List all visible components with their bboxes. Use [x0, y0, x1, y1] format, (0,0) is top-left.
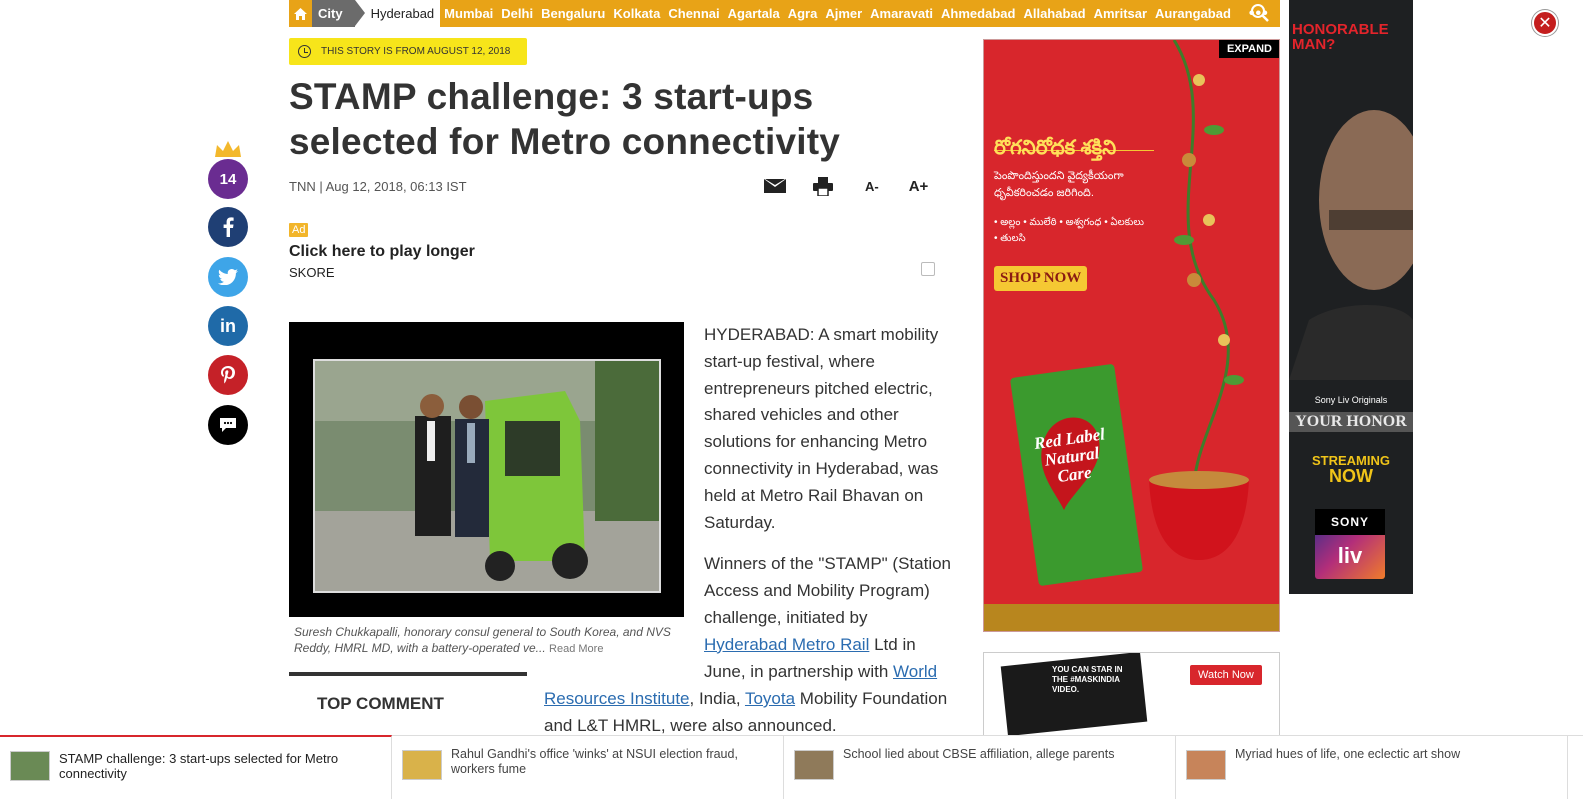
clock-icon [298, 45, 311, 58]
nav-current-city[interactable]: Hyderabad [354, 0, 441, 27]
ad-film-text: YOU CAN STAR IN THE #MASKINDIA VIDEO. [1052, 665, 1123, 694]
related-story-title[interactable]: School lied about CBSE affiliation, alle… [843, 747, 1163, 762]
sponsored-source: SKORE [289, 265, 335, 280]
p2-text-c: , India, [689, 689, 745, 708]
article-paragraph-2: Winners of the "STAMP" (Station Access a… [704, 551, 954, 685]
top-comment-heading: TOP COMMENT [317, 694, 444, 713]
expand-ad-button[interactable]: EXPAND [1218, 40, 1279, 58]
hyderabad-metro-rail-link[interactable]: Hyderabad Metro Rail [704, 635, 869, 654]
nav-city-kolkata[interactable]: Kolkata [609, 6, 664, 21]
home-icon[interactable] [289, 0, 312, 27]
article-byline: TNN | Aug 12, 2018, 06:13 IST [289, 179, 467, 194]
nav-city-delhi[interactable]: Delhi [497, 6, 537, 21]
related-stories-strip: STAMP challenge: 3 start-ups selected fo… [0, 735, 1583, 799]
resources-institute-link[interactable]: Resources Institute [544, 689, 690, 708]
nav-city-agartala[interactable]: Agartala [724, 6, 784, 21]
ad-telugu-line: పెంపొందిస్తుందని వైద్యకీయంగా ధృవీకరించడం… [994, 170, 1124, 199]
top-comment-divider [289, 672, 527, 676]
liv-brand: liv [1337, 543, 1363, 568]
story-thumbnail [794, 750, 834, 780]
nav-city-ahmedabad[interactable]: Ahmedabad [937, 6, 1019, 21]
nav-city-bengaluru[interactable]: Bengaluru [537, 6, 609, 21]
actor-portrait [1289, 80, 1413, 380]
ad-info-icon[interactable] [921, 262, 935, 276]
related-story-card[interactable]: STAMP challenge: 3 start-ups selected fo… [0, 735, 392, 799]
article-body: HYDERABAD: A smart mobility start-up fes… [704, 322, 954, 700]
nav-city-amaravati[interactable]: Amaravati [866, 6, 937, 21]
story-date-text: THIS STORY IS FROM AUGUST 12, 2018 [321, 46, 511, 57]
email-icon[interactable] [764, 179, 786, 193]
ad-side-show: YOUR HONOR [1289, 412, 1413, 432]
linkedin-share-icon[interactable]: in [208, 306, 248, 346]
twitter-share-icon[interactable] [208, 257, 248, 297]
article-body-continued: Resources Institute, India, Toyota Mobil… [544, 686, 954, 740]
nav-city-allahabad[interactable]: Allahabad [1019, 6, 1089, 21]
article-paragraph-1: HYDERABAD: A smart mobility start-up fes… [704, 325, 939, 532]
ad-tag: Ad [289, 223, 309, 237]
read-more-link[interactable]: Read More [549, 643, 603, 655]
related-story-title[interactable]: Rahul Gandhi's office 'winks' at NSUI el… [451, 747, 771, 777]
watch-now-button[interactable]: Watch Now [1190, 665, 1262, 685]
comment-count-badge[interactable]: 14 [208, 159, 248, 199]
close-ad-icon[interactable]: ✕ [1532, 10, 1558, 36]
sponsored-title-link[interactable]: Click here to play longer [289, 243, 475, 261]
story-thumbnail [1186, 750, 1226, 780]
nav-city-aurangabad[interactable]: Aurangabad [1151, 6, 1235, 21]
related-story-card[interactable]: School lied about CBSE affiliation, alle… [784, 736, 1176, 799]
caption-text: Suresh Chukkapalli, honorary consul gene… [294, 625, 671, 655]
tea-advertisement[interactable]: EXPAND రోగనిరోధక శక్తిని పెంపొందిస్తుందన… [983, 39, 1280, 632]
ad-disclaimer-bar [984, 604, 1279, 631]
image-caption: Suresh Chukkapalli, honorary consul gene… [294, 624, 679, 657]
section-city-link[interactable]: City [312, 0, 365, 27]
nav-city-chennai[interactable]: Chennai [664, 6, 723, 21]
ad-side-now: NOW [1329, 466, 1373, 486]
font-increase-button[interactable]: A+ [909, 178, 929, 195]
nav-city-agra[interactable]: Agra [784, 6, 822, 21]
article-headline: STAMP challenge: 3 start-ups selected fo… [289, 76, 841, 162]
nav-city-mumbai[interactable]: Mumbai [440, 6, 497, 21]
story-thumbnail [10, 751, 50, 781]
p2-text-a: Winners of the "STAMP" (Station Access a… [704, 554, 952, 627]
related-story-card[interactable]: Rahul Gandhi's office 'winks' at NSUI el… [392, 736, 784, 799]
ad-ingredients: • అల్లం • ములేఠి • అశ్వగంధ • ఏలకులు • తు… [994, 217, 1144, 244]
related-story-card[interactable]: Myriad hues of life, one eclectic art sh… [1176, 736, 1568, 799]
ad-side-tagline: Sony Liv Originals [1314, 395, 1388, 405]
related-story-title[interactable]: STAMP challenge: 3 start-ups selected fo… [59, 751, 379, 781]
story-thumbnail [402, 750, 442, 780]
article-photo [313, 359, 661, 593]
ad-side-headline: HONORABLE MAN? [1292, 21, 1389, 53]
shop-now-button[interactable]: SHOP NOW [994, 266, 1088, 291]
font-decrease-button[interactable]: A- [865, 179, 879, 194]
maskindia-advertisement[interactable]: YOU CAN STAR IN THE #MASKINDIA VIDEO. Wa… [983, 652, 1280, 737]
facebook-share-icon[interactable] [208, 207, 248, 247]
print-icon[interactable] [813, 176, 833, 197]
world-link[interactable]: World [893, 662, 937, 681]
pinterest-share-icon[interactable] [208, 355, 248, 395]
city-nav-bar: City Hyderabad Mumbai Delhi Bengaluru Ko… [289, 0, 1280, 27]
ad-brand-name: Red Label Natural Care [1032, 424, 1107, 487]
search-icon[interactable] [1250, 3, 1270, 23]
story-date-badge: THIS STORY IS FROM AUGUST 12, 2018 [289, 38, 527, 65]
crown-icon [213, 139, 243, 159]
sonyliv-logo: SONY liv [1315, 509, 1385, 579]
nav-city-ajmer[interactable]: Ajmer [821, 6, 866, 21]
sony-liv-advertisement[interactable]: HONORABLE MAN? Sony Liv Originals YOUR H… [1289, 0, 1413, 594]
sony-brand: SONY [1315, 509, 1385, 535]
related-story-title[interactable]: Myriad hues of life, one eclectic art sh… [1235, 747, 1555, 762]
ad-telugu-title: రోగనిరోధక శక్తిని [994, 137, 1117, 159]
article-tools: A- A+ [764, 174, 928, 198]
article-image[interactable] [289, 322, 684, 617]
nav-city-amritsar[interactable]: Amritsar [1090, 6, 1151, 21]
toyota-link[interactable]: Toyota [745, 689, 795, 708]
comment-icon[interactable] [208, 405, 248, 445]
